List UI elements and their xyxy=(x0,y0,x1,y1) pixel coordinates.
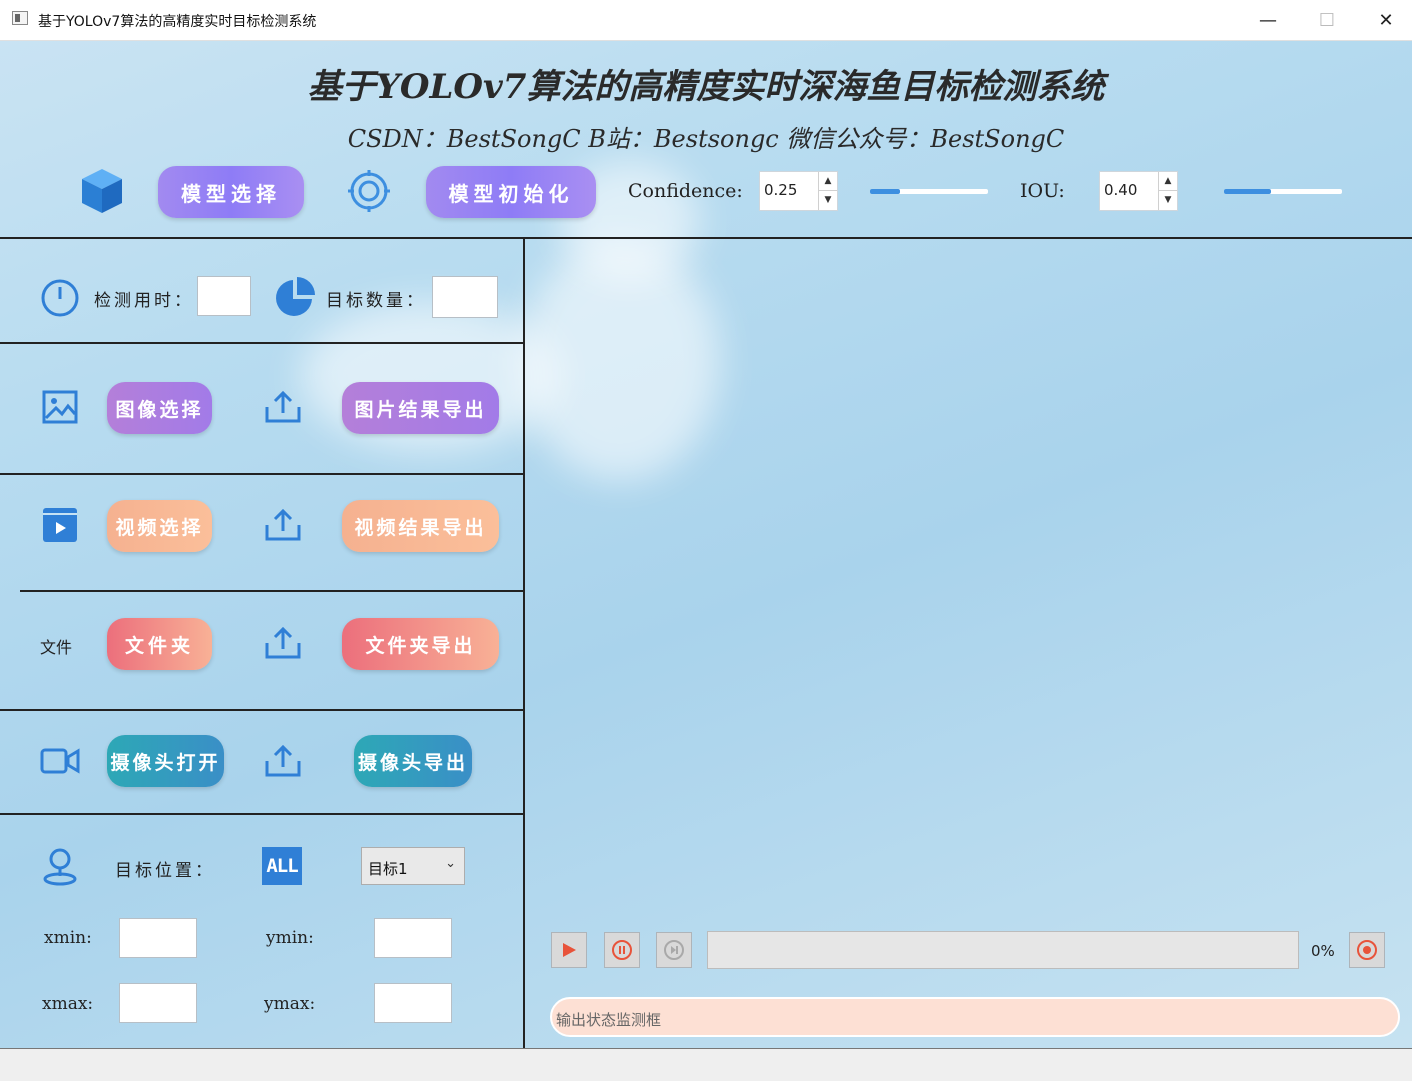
upload-icon[interactable] xyxy=(263,507,303,543)
app-title: 基于YOLOv7算法的高精度实时深海鱼目标检测系统 xyxy=(307,67,1105,107)
status-placeholder: 输出状态监测框 xyxy=(556,1011,662,1029)
iou-value: 0.40 xyxy=(1104,181,1138,199)
divider xyxy=(0,813,524,815)
step-button[interactable] xyxy=(656,932,692,968)
spin-down-icon[interactable]: ▼ xyxy=(1159,191,1177,210)
status-bar xyxy=(0,1048,1412,1081)
ymax-field xyxy=(374,983,452,1023)
camera-open-button[interactable]: 摄像头打开 xyxy=(107,735,224,787)
image-icon xyxy=(42,390,78,424)
folder-select-button[interactable]: 文件夹 xyxy=(107,618,212,670)
video-export-button[interactable]: 视频结果导出 xyxy=(342,500,499,552)
upload-icon[interactable] xyxy=(263,625,303,661)
xmin-field xyxy=(119,918,197,958)
target-position-label: 目标位置： xyxy=(115,861,215,881)
folder-icon-text: 文件 xyxy=(40,638,73,657)
record-button[interactable] xyxy=(1349,932,1385,968)
ymin-label: ymin: xyxy=(266,928,314,948)
model-init-button[interactable]: 模型初始化 xyxy=(426,166,596,218)
confidence-value: 0.25 xyxy=(764,181,798,199)
window-title: 基于YOLOv7算法的高精度实时目标检测系统 xyxy=(38,14,317,30)
iou-slider[interactable] xyxy=(1224,189,1342,194)
video-select-button[interactable]: 视频选择 xyxy=(107,500,212,552)
model-select-button[interactable]: 模型选择 xyxy=(158,166,304,218)
ymax-label: ymax: xyxy=(264,994,316,1014)
next-frame-icon xyxy=(664,940,684,960)
upload-icon[interactable] xyxy=(263,389,303,425)
all-targets-icon[interactable]: ALL xyxy=(262,847,302,885)
minimize-button[interactable]: — xyxy=(1238,0,1298,40)
video-icon xyxy=(42,507,78,543)
play-icon xyxy=(563,943,576,957)
divider xyxy=(20,590,524,592)
target-icon xyxy=(346,168,392,214)
divider xyxy=(0,709,524,711)
upload-icon[interactable] xyxy=(263,743,303,779)
divider xyxy=(0,237,1412,239)
divider xyxy=(0,342,524,344)
camera-icon xyxy=(40,746,80,776)
window-title-bar: 基于YOLOv7算法的高精度实时目标检测系统 — ☐ ✕ xyxy=(0,0,1412,41)
main-panel: 基于YOLOv7算法的高精度实时深海鱼目标检测系统 CSDN：BestSongC… xyxy=(0,41,1412,1048)
folder-export-button[interactable]: 文件夹导出 xyxy=(342,618,499,670)
app-icon xyxy=(12,11,28,25)
status-output-box[interactable]: 输出状态监测框 xyxy=(550,997,1400,1037)
app-subtitle: CSDN：BestSongC B站：Bestsongc 微信公众号：BestSo… xyxy=(347,125,1065,153)
target-count-label: 目标数量： xyxy=(326,291,426,311)
divider xyxy=(0,473,524,475)
progress-bar xyxy=(707,931,1299,969)
image-select-button[interactable]: 图像选择 xyxy=(107,382,212,434)
pie-chart-icon xyxy=(274,276,316,318)
xmin-label: xmin: xyxy=(44,928,92,948)
divider xyxy=(523,237,525,1048)
location-icon xyxy=(42,846,78,886)
camera-export-button[interactable]: 摄像头导出 xyxy=(354,735,472,787)
detect-time-field xyxy=(197,276,251,316)
confidence-slider[interactable] xyxy=(870,189,988,194)
cube-icon xyxy=(78,167,126,215)
target-dropdown-value: 目标1 xyxy=(368,860,408,878)
xmax-label: xmax: xyxy=(42,994,94,1014)
spin-up-icon[interactable]: ▲ xyxy=(819,172,837,191)
ymin-field xyxy=(374,918,452,958)
target-count-field xyxy=(432,276,498,318)
record-icon xyxy=(1357,940,1377,960)
clock-icon xyxy=(40,278,80,318)
confidence-spinbox[interactable]: 0.25 ▲ ▼ xyxy=(759,171,838,211)
detect-time-label: 检测用时： xyxy=(94,291,194,311)
spin-down-icon[interactable]: ▼ xyxy=(819,191,837,210)
iou-label: IOU: xyxy=(1020,180,1065,202)
play-button[interactable] xyxy=(551,932,587,968)
close-button[interactable]: ✕ xyxy=(1356,0,1412,40)
image-export-button[interactable]: 图片结果导出 xyxy=(342,382,499,434)
spin-up-icon[interactable]: ▲ xyxy=(1159,172,1177,191)
iou-spinbox[interactable]: 0.40 ▲ ▼ xyxy=(1099,171,1178,211)
confidence-slider-fill xyxy=(870,189,900,194)
iou-slider-fill xyxy=(1224,189,1272,194)
progress-percent: 0% xyxy=(1311,942,1335,960)
pause-icon xyxy=(612,940,632,960)
pause-button[interactable] xyxy=(604,932,640,968)
chevron-down-icon: ⌄ xyxy=(445,856,456,871)
confidence-label: Confidence: xyxy=(628,180,743,202)
xmax-field xyxy=(119,983,197,1023)
target-dropdown[interactable]: 目标1 ⌄ xyxy=(361,847,465,885)
maximize-button[interactable]: ☐ xyxy=(1297,0,1357,40)
